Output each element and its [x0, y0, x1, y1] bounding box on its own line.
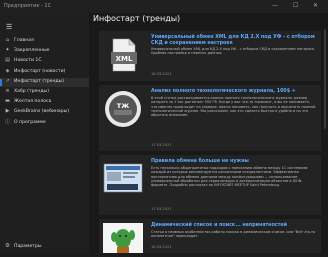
svg-text:XML: XML	[116, 55, 133, 63]
sidebar-item-label: GeekBrains (вебинары)	[14, 109, 70, 115]
sidebar-item-4[interactable]: ◈ Инфостарт (новости)	[0, 68, 89, 77]
sidebar-item-9[interactable]: ⓘ О программе	[0, 119, 89, 128]
sidebar-item-8[interactable]: ▶ GeekBrains (вебинары)	[0, 108, 89, 117]
svg-text:ТЖ: ТЖ	[117, 102, 129, 110]
trends-icon: ↗	[5, 77, 10, 84]
sidebar-item-label: Хабр (тренды)	[14, 89, 49, 94]
card-title-link[interactable]: Универсальный обмен XML для КД 2.X под У…	[151, 35, 316, 46]
news-card[interactable]: XML Универсальный обмен XML для КД 2.X п…	[99, 31, 321, 81]
close-button[interactable]: ✕	[313, 2, 318, 10]
title-bar: Предприятие - 1С — ☐ ✕	[0, 0, 328, 13]
sidebar-item-7[interactable]: ▬ Желтая полоса	[0, 98, 89, 107]
news-card[interactable]: Динамический список и поиск... непринятн…	[99, 219, 321, 253]
pin-icon: ✦	[5, 47, 10, 54]
minimize-button[interactable]: —	[272, 2, 278, 10]
home-icon: ⌂	[5, 37, 10, 43]
webinar-icon: ▶	[5, 108, 10, 115]
sidebar-item-label: О программе	[14, 119, 46, 125]
news-card[interactable]: Правила обмена больше не нужны Есть неск…	[99, 155, 321, 215]
card-date: 17.03.2021	[151, 143, 172, 147]
sidebar-item-1[interactable]: ⌂ Главная	[0, 37, 89, 46]
info-icon: ⓘ	[5, 118, 11, 125]
sidebar-item-label: Инфостарт (новости)	[14, 68, 66, 74]
card-summary: Статья о неявных особенностях работы пои…	[151, 230, 316, 239]
news-card[interactable]: ТЖ Анализ полного технологического журна…	[99, 85, 321, 151]
tech-journal-thumbnail: ТЖ	[103, 89, 143, 129]
sidebar-item-settings[interactable]: ⚙ Параметры	[0, 242, 89, 251]
cactus-thumbnail	[103, 223, 143, 253]
sidebar-item-5[interactable]: ↗ Инфостарт (тренды)	[0, 77, 89, 87]
hamburger-icon[interactable]: ☰	[6, 24, 12, 31]
card-date: 18.03.2021	[151, 72, 172, 76]
news-icon: ▤	[5, 57, 10, 64]
sidebar-item-2[interactable]: ✦ Закрепленные	[0, 47, 89, 56]
sidebar-item-label: Желтая полоса	[14, 99, 52, 105]
sidebar-item-label: Параметры	[14, 243, 42, 249]
page-title: Инфостарт (тренды)	[93, 14, 181, 23]
infostart-news-icon: ◈	[5, 67, 10, 74]
card-date: 17.03.2021	[151, 207, 172, 211]
card-title-link[interactable]: Правила обмена больше не нужны	[151, 159, 316, 165]
sidebar-item-label: Главная	[14, 38, 34, 43]
habr-icon: ≡	[5, 88, 10, 94]
card-summary: В этой статье рассматривается анализ пол…	[151, 96, 316, 118]
card-summary: Есть несколько общепринятых подходов к н…	[151, 166, 309, 188]
scrollbar[interactable]	[324, 29, 326, 129]
sidebar-item-6[interactable]: ≡ Хабр (тренды)	[0, 88, 89, 97]
gear-icon: ⚙	[5, 243, 10, 249]
news-feed[interactable]: XML Универсальный обмен XML для КД 2.X п…	[99, 31, 321, 253]
sidebar-item-label: Инфостарт (тренды)	[14, 78, 65, 84]
card-date: 16.03.2021	[151, 245, 172, 249]
window-title: Предприятие - 1С	[4, 3, 52, 9]
card-title-link[interactable]: Анализ полного технологического журнала,…	[151, 89, 316, 95]
stripe-icon: ▬	[5, 98, 10, 105]
sidebar-item-3[interactable]: ▤ Новости 1С	[0, 57, 89, 66]
card-title-link[interactable]: Динамический список и поиск... непринятн…	[151, 223, 316, 229]
video-thumbnail	[103, 159, 143, 199]
sidebar: ☰ ⌂ Главная ✦ Закрепленные ▤ Новости 1С ◈ Инфос…	[0, 13, 89, 253]
sidebar-item-label: Новости 1С	[14, 58, 42, 64]
maximize-button[interactable]: ☐	[293, 2, 298, 10]
sidebar-item-label: Закрепленные	[14, 48, 50, 54]
main-content: Инфостарт (тренды) XML Универсальный обм…	[89, 13, 328, 253]
xml-file-thumbnail: XML	[103, 35, 143, 75]
card-summary: Универсальный обмен XML для КД 2.X под У…	[151, 47, 315, 56]
